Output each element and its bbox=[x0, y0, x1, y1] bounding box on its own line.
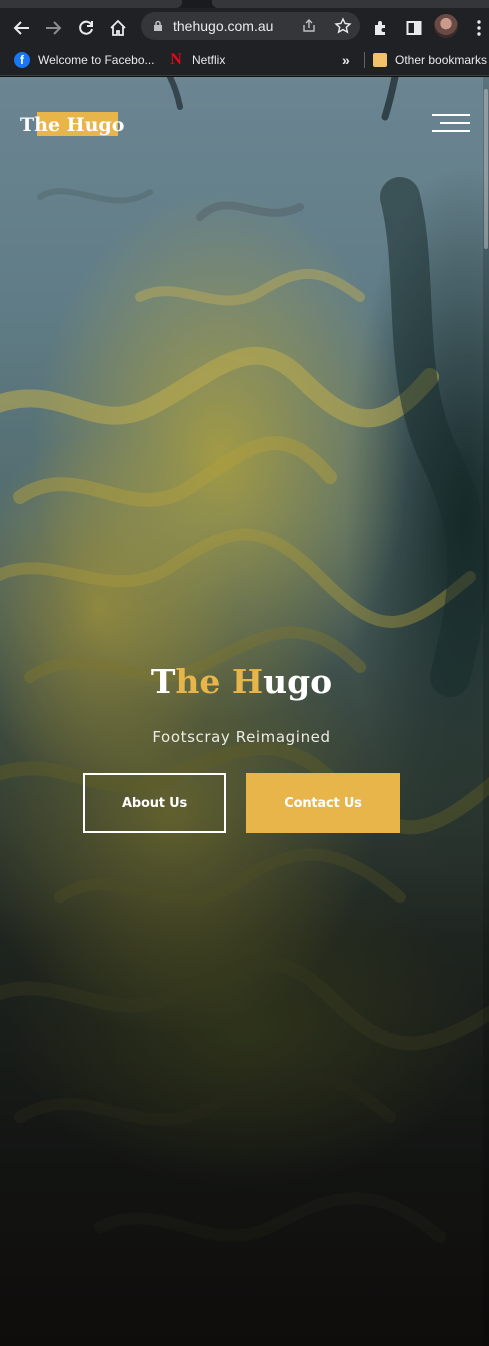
netflix-icon: N bbox=[170, 51, 182, 68]
hero-title: The Hugo bbox=[150, 662, 333, 701]
bookmark-netflix[interactable]: N Netflix bbox=[168, 50, 225, 70]
browser-toolbar: thehugo.com.au bbox=[0, 8, 489, 44]
bookmark-label: Welcome to Facebo... bbox=[38, 53, 155, 67]
hero-section: The Hugo The Hugo Footscray Reimagined A… bbox=[0, 77, 489, 1346]
page-scrollbar[interactable] bbox=[483, 77, 489, 1346]
logo-text: The Hugo bbox=[20, 114, 125, 136]
more-menu-icon[interactable] bbox=[467, 16, 489, 40]
share-icon[interactable] bbox=[301, 18, 317, 34]
profile-avatar[interactable] bbox=[434, 14, 458, 38]
facebook-icon: f bbox=[14, 52, 30, 68]
bookmarks-bar: f Welcome to Facebo... N Netflix » Other… bbox=[0, 44, 489, 76]
tab-inactive[interactable] bbox=[212, 0, 489, 8]
other-bookmarks-label: Other bookmarks bbox=[395, 53, 488, 67]
contact-us-button[interactable]: Contact Us bbox=[246, 773, 400, 833]
about-us-button[interactable]: About Us bbox=[83, 773, 226, 833]
home-icon[interactable] bbox=[106, 16, 130, 40]
other-bookmarks[interactable]: Other bookmarks bbox=[373, 50, 487, 70]
bookmark-star-icon[interactable] bbox=[334, 17, 352, 35]
menu-icon[interactable] bbox=[432, 113, 470, 137]
hero-subtitle: Footscray Reimagined bbox=[152, 728, 331, 746]
scrollbar-thumb[interactable] bbox=[484, 89, 488, 249]
lock-icon[interactable] bbox=[152, 20, 164, 32]
extensions-icon[interactable] bbox=[369, 16, 393, 40]
site-logo[interactable]: The Hugo bbox=[20, 112, 124, 136]
address-bar[interactable]: thehugo.com.au bbox=[141, 12, 360, 40]
tab-active[interactable] bbox=[0, 0, 182, 8]
bookmarks-overflow-button[interactable]: » bbox=[342, 50, 350, 70]
bookmark-facebook[interactable]: f Welcome to Facebo... bbox=[14, 50, 155, 70]
bookmark-label: Netflix bbox=[192, 53, 226, 67]
reload-icon[interactable] bbox=[74, 16, 98, 40]
back-icon[interactable] bbox=[10, 16, 34, 40]
address-url[interactable]: thehugo.com.au bbox=[173, 18, 273, 34]
bookmarks-divider bbox=[364, 52, 365, 68]
side-panel-icon[interactable] bbox=[402, 16, 426, 40]
tab-strip bbox=[0, 0, 489, 8]
folder-icon bbox=[373, 53, 387, 67]
forward-icon[interactable] bbox=[41, 16, 65, 40]
hero-overlay bbox=[0, 77, 489, 1346]
